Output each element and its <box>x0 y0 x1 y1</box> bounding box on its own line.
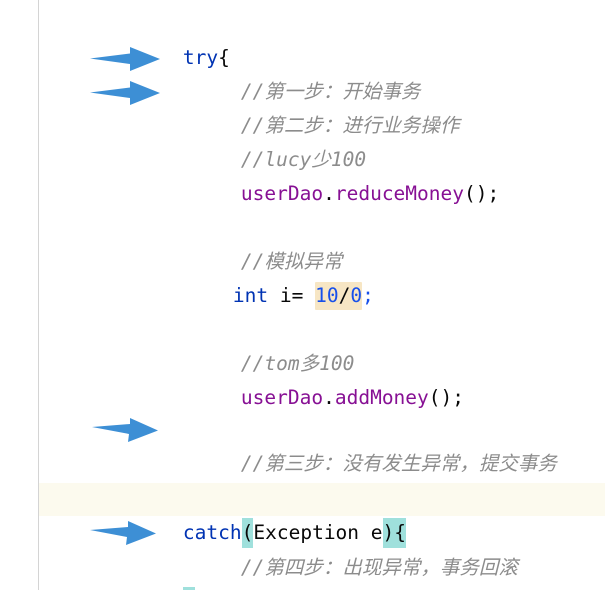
code-line-add-money[interactable]: userDao.addMoney(); <box>39 348 605 409</box>
code-line-tom-comment[interactable]: //tom多100 <box>39 314 605 375</box>
code-line-blank[interactable] <box>39 382 605 415</box>
code-line-step-four-comment[interactable]: //第四步：出现异常，事务回滚 <box>39 518 605 579</box>
code-line-mock-exception-comment[interactable]: //模拟异常 <box>39 212 605 273</box>
code-line-try-close-brace[interactable]: } <box>39 448 605 509</box>
code-line-divide-by-zero[interactable]: int i= 10/0; <box>39 246 605 310</box>
code-line-catch[interactable]: catch(Exception e){ <box>39 483 605 548</box>
code-line-lucy-comment[interactable]: //lucy少100 <box>39 110 605 171</box>
code-line-catch-close-brace[interactable]: } <box>39 552 605 590</box>
code-line-try[interactable]: try{ <box>39 8 605 69</box>
code-line-step-two-comment[interactable]: //第二步：进行业务操作 <box>39 76 605 137</box>
code-line-reduce-money[interactable]: userDao.reduceMoney(); <box>39 144 605 205</box>
code-line-blank[interactable] <box>39 178 605 211</box>
code-line-step-three-comment[interactable]: //第三步：没有发生异常，提交事务 <box>39 414 605 475</box>
code-line-blank[interactable] <box>39 280 605 313</box>
code-editor-screenshot: try{ //第一步：开始事务 //第二步：进行业务操作 //lucy少100 … <box>0 0 605 590</box>
code-line-step-one-comment[interactable]: //第一步：开始事务 <box>39 42 605 103</box>
code-content-area[interactable]: try{ //第一步：开始事务 //第二步：进行业务操作 //lucy少100 … <box>39 0 605 590</box>
